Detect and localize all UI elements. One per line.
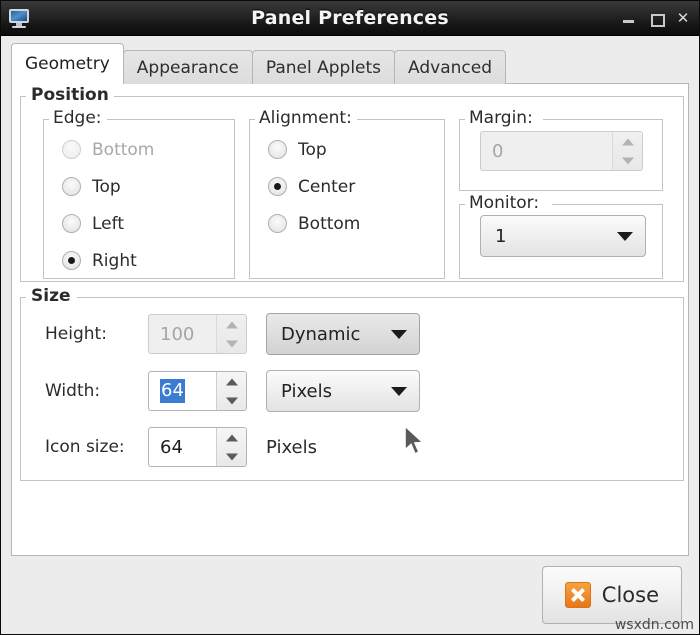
close-icon[interactable]: ✕: [676, 11, 690, 25]
edge-radio-left[interactable]: Left: [62, 205, 234, 242]
height-spinner-buttons: [216, 315, 246, 353]
window-title: Panel Preferences: [1, 7, 699, 29]
alignment-radio-bottom-label: Bottom: [298, 214, 360, 234]
margin-spinner-buttons: [612, 132, 642, 170]
width-value: 64: [160, 379, 185, 403]
width-spinner-buttons: [216, 372, 246, 410]
height-spinner[interactable]: 100: [148, 314, 247, 354]
monitor-group: Monitor: 1: [459, 204, 663, 279]
edge-radio-bottom-label: Bottom: [92, 140, 154, 160]
width-decrement-button[interactable]: [217, 391, 246, 410]
margin-spinner[interactable]: 0: [480, 131, 643, 171]
maximize-icon[interactable]: [649, 11, 663, 25]
alignment-group: Alignment: Top Center Bottom: [249, 119, 445, 279]
monitor-dropdown[interactable]: 1: [480, 215, 646, 257]
alignment-group-legend: Alignment:: [255, 108, 357, 128]
size-group-legend: Size: [27, 286, 76, 306]
height-value: 100: [149, 315, 216, 353]
radio-indicator: [268, 177, 287, 196]
icon-size-increment-button[interactable]: [217, 428, 246, 447]
tab-panel-applets-label: Panel Applets: [266, 58, 381, 78]
alignment-radio-center-label: Center: [298, 177, 355, 197]
width-spinner[interactable]: 64: [148, 371, 247, 411]
geometry-tab-panel: Position Edge: Bottom Top: [11, 84, 689, 556]
icon-size-spinner-buttons: [216, 428, 246, 466]
edge-group: Edge: Bottom Top Left: [43, 119, 235, 279]
edge-radio-left-label: Left: [92, 214, 124, 234]
height-decrement-button[interactable]: [217, 334, 246, 353]
tab-bar: Geometry Appearance Panel Applets Advanc…: [1, 36, 699, 84]
monitor-group-legend: Monitor:: [465, 193, 544, 213]
icon-size-decrement-button[interactable]: [217, 447, 246, 466]
close-button[interactable]: Close: [542, 566, 682, 624]
position-group-legend: Position: [27, 85, 114, 105]
icon-size-label: Icon size:: [45, 437, 148, 457]
alignment-radio-top[interactable]: Top: [268, 131, 444, 168]
tab-advanced[interactable]: Advanced: [394, 50, 506, 84]
radio-indicator: [268, 140, 287, 159]
margin-decrement-button[interactable]: [613, 151, 642, 170]
width-mode-value: Pixels: [281, 381, 377, 402]
edge-radio-right[interactable]: Right: [62, 242, 234, 279]
margin-increment-button[interactable]: [613, 132, 642, 151]
edge-group-legend: Edge:: [49, 108, 107, 128]
action-bar: Close wsxdn.com: [1, 556, 699, 634]
margin-group: Margin: 0: [459, 119, 663, 191]
tab-geometry-label: Geometry: [25, 54, 110, 74]
width-increment-button[interactable]: [217, 372, 246, 391]
tab-geometry[interactable]: Geometry: [11, 43, 124, 84]
margin-value: 0: [481, 132, 612, 170]
width-mode-dropdown[interactable]: Pixels: [266, 370, 420, 412]
edge-radio-top-label: Top: [92, 177, 121, 197]
tab-appearance-label: Appearance: [137, 58, 239, 78]
width-label: Width:: [45, 381, 148, 401]
icon-size-row: Icon size: 64 Pixels: [45, 427, 317, 467]
height-increment-button[interactable]: [217, 315, 246, 334]
edge-radio-top[interactable]: Top: [62, 168, 234, 205]
panel-preferences-window: Panel Preferences ✕ Geometry Appearance …: [0, 0, 700, 635]
height-row: Height: 100 Dynamic: [45, 313, 420, 355]
icon-size-value: 64: [149, 428, 216, 466]
width-value-wrap: 64: [149, 372, 216, 410]
close-x-icon: [565, 582, 591, 608]
monitor-icon: [8, 7, 30, 29]
chevron-down-icon: [617, 232, 633, 241]
tab-advanced-label: Advanced: [408, 58, 492, 78]
height-mode-value: Dynamic: [281, 324, 377, 345]
radio-indicator: [62, 214, 81, 233]
radio-indicator: [62, 177, 81, 196]
edge-radio-bottom[interactable]: Bottom: [62, 131, 234, 168]
position-group: Position Edge: Bottom Top: [20, 96, 684, 282]
alignment-radio-bottom[interactable]: Bottom: [268, 205, 444, 242]
radio-indicator: [62, 251, 81, 270]
tab-panel-applets[interactable]: Panel Applets: [252, 50, 395, 84]
minimize-icon[interactable]: [622, 11, 636, 25]
alignment-radio-top-label: Top: [298, 140, 327, 160]
margin-group-legend: Margin:: [465, 108, 538, 128]
size-group: Size Height: 100 Dynamic Width:: [20, 297, 684, 481]
icon-size-spinner[interactable]: 64: [148, 427, 247, 467]
radio-indicator: [268, 214, 287, 233]
titlebar: Panel Preferences ✕: [1, 1, 699, 36]
monitor-dropdown-value: 1: [495, 226, 603, 247]
chevron-down-icon: [391, 330, 407, 339]
icon-size-unit-label: Pixels: [266, 437, 317, 458]
alignment-radio-center[interactable]: Center: [268, 168, 444, 205]
width-row: Width: 64 Pixels: [45, 370, 420, 412]
height-mode-dropdown[interactable]: Dynamic: [266, 313, 420, 355]
close-button-label: Close: [602, 583, 659, 607]
radio-indicator: [62, 140, 81, 159]
tab-appearance[interactable]: Appearance: [123, 50, 253, 84]
window-controls: ✕: [622, 11, 690, 25]
height-label: Height:: [45, 324, 148, 344]
chevron-down-icon: [391, 387, 407, 396]
edge-radio-right-label: Right: [92, 251, 137, 271]
watermark: wsxdn.com: [615, 617, 694, 633]
